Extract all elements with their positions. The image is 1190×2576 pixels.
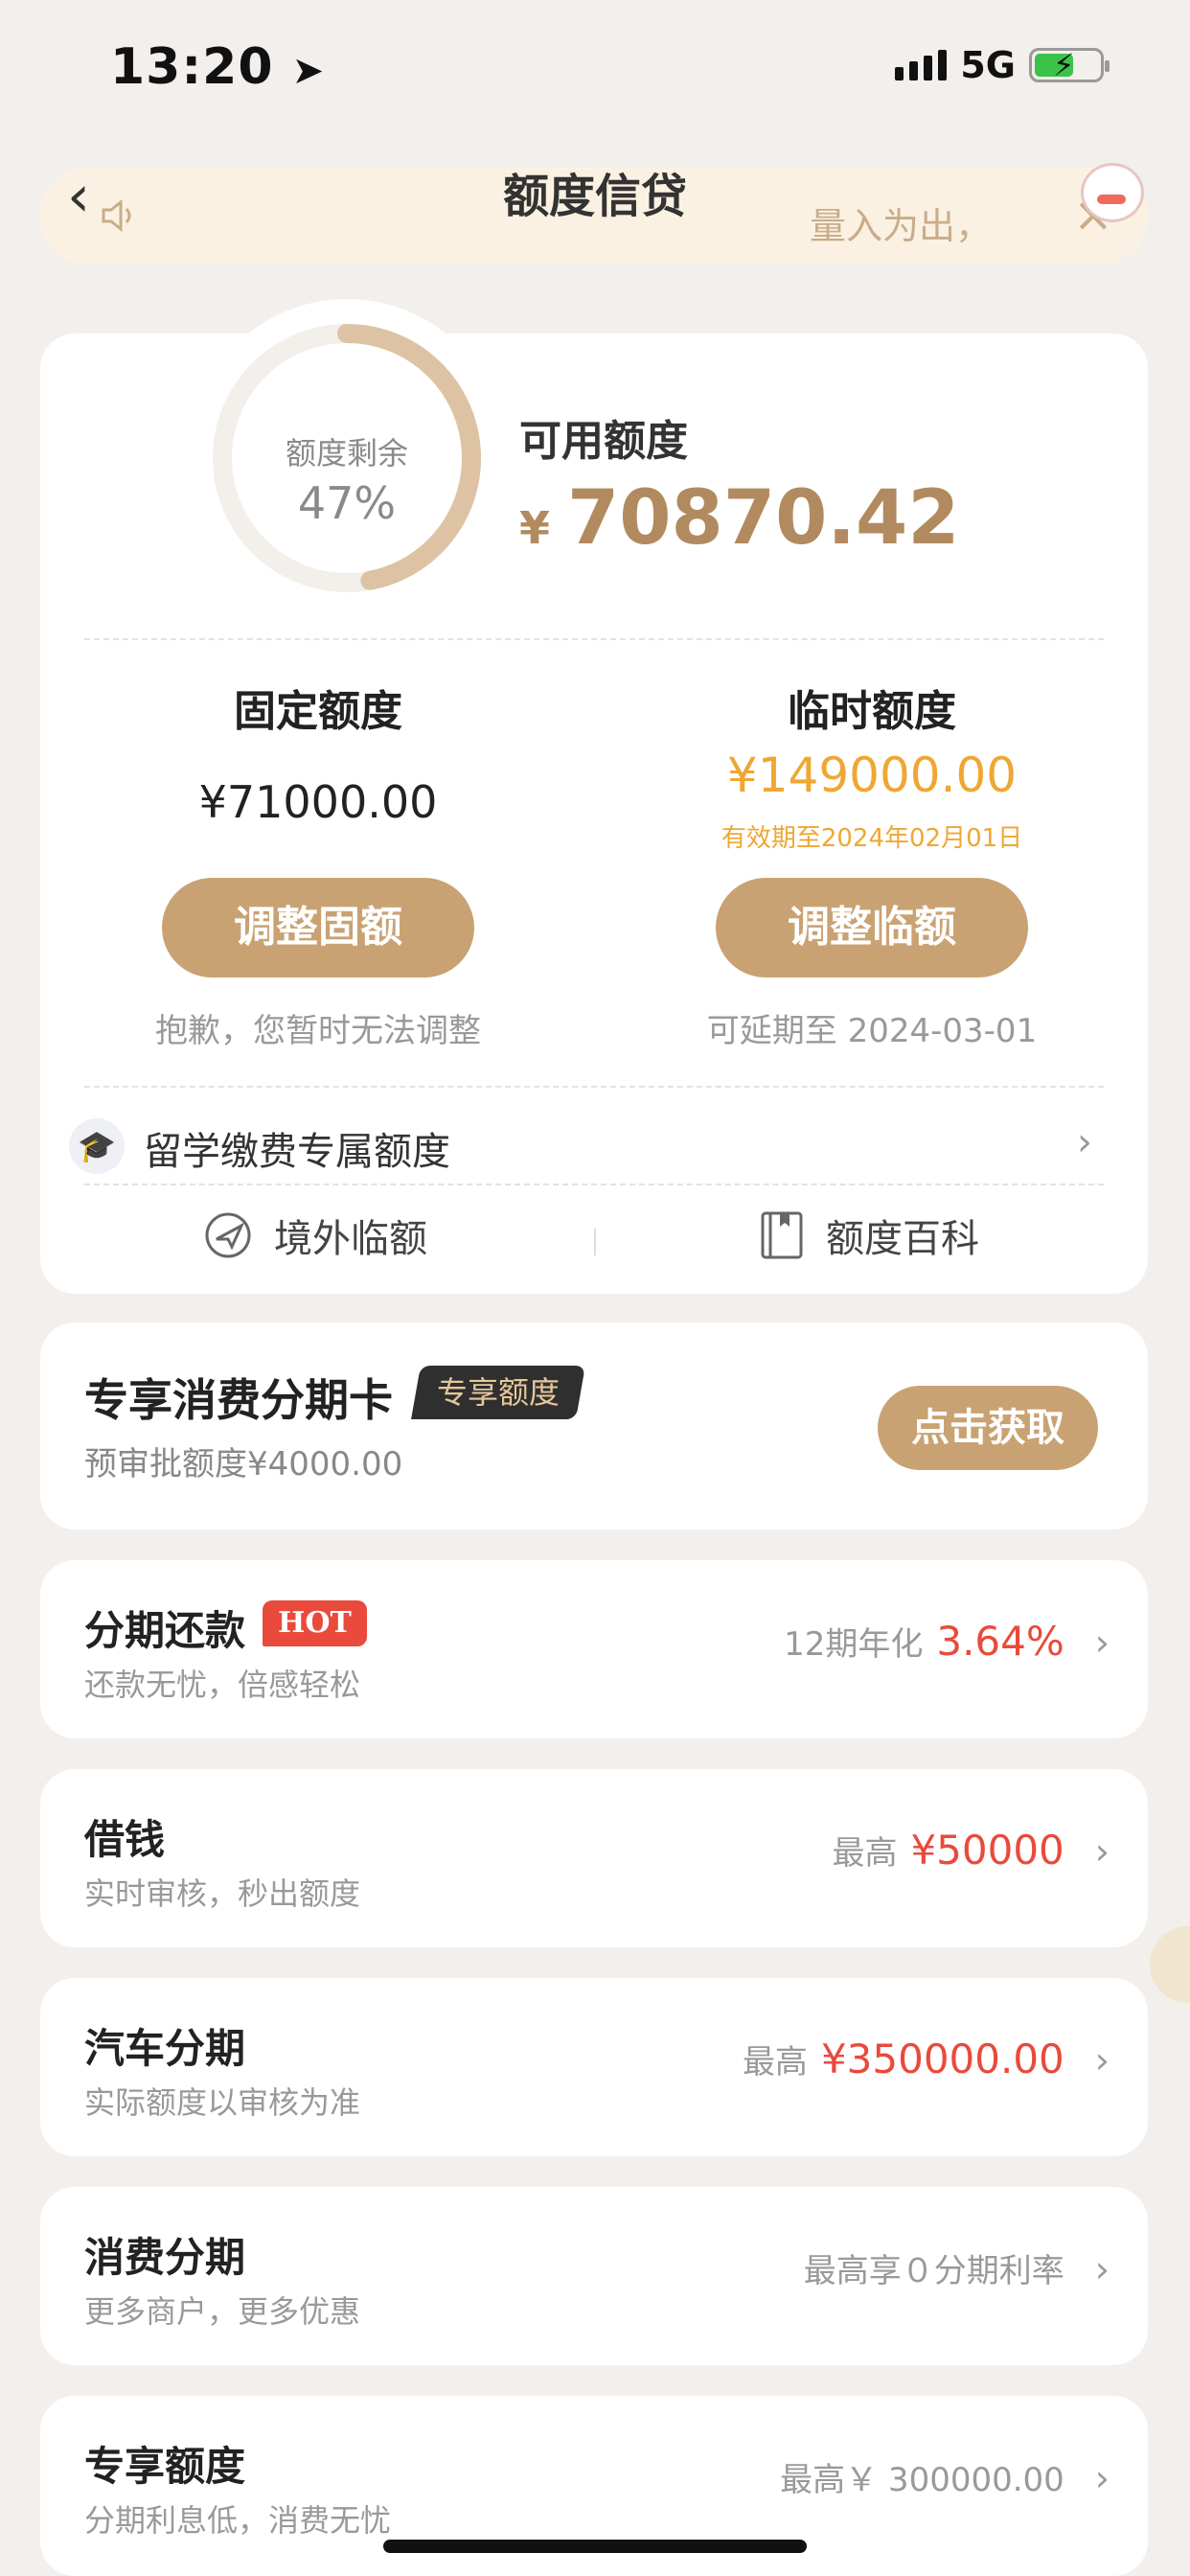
mascot-avatar[interactable]	[1081, 163, 1144, 222]
item-right: 最高享０分期利率 ›	[804, 2244, 1110, 2291]
study-abroad-row[interactable]: 🎓 留学缴费专属额度 ›	[40, 1105, 1148, 1201]
promo-card[interactable]: 专享消费分期卡 专享额度 预审批额度¥4000.00 点击获取	[40, 1322, 1148, 1530]
available-quota-label: 可用额度	[519, 417, 688, 466]
temp-valid-date: 有效期至2024年02月01日	[721, 824, 1023, 853]
item-title: 消费分期	[84, 2234, 246, 2281]
chevron-right-icon: ›	[1077, 1120, 1092, 1164]
study-abroad-label: 留学缴费专属额度	[144, 1130, 450, 1174]
item-subtitle: 实时审核，秒出额度	[84, 1875, 361, 1912]
hot-badge: HOT	[263, 1600, 367, 1646]
max-label: 最高	[832, 1834, 898, 1873]
adjust-fixed-button[interactable]: 调整固额	[162, 878, 474, 978]
max-value: ¥50000	[910, 1827, 1064, 1874]
ring-label: 额度剩余	[285, 435, 408, 472]
list-item-installment-repay[interactable]: 分期还款 HOT 还款无忧，倍感轻松 12期年化 3.64% ›	[40, 1560, 1148, 1738]
chevron-right-icon: ›	[1094, 1830, 1110, 1873]
list-item-car-installment[interactable]: 汽车分期 实际额度以审核为准 最高 ¥350000.00 ›	[40, 1978, 1148, 2156]
floating-widget[interactable]	[1150, 1926, 1190, 2003]
item-right: 最高 ¥50000 ›	[832, 1827, 1110, 1874]
notice-text: 量入为出，	[810, 205, 993, 247]
rate-label: 12期年化	[784, 1625, 924, 1664]
item-right: 12期年化 3.64% ›	[784, 1618, 1110, 1665]
item-right: 最高￥ 300000.00 ›	[780, 2453, 1110, 2500]
quota-encyclopedia-link[interactable]: 额度百科	[759, 1208, 979, 1263]
item-title: 专享额度	[84, 2443, 246, 2490]
item-title: 汽车分期	[84, 2025, 246, 2072]
item-subtitle: 分期利息低，消费无忧	[84, 2502, 392, 2539]
item-right: 最高 ¥350000.00 ›	[743, 2036, 1110, 2082]
list-item-borrow[interactable]: 借钱 实时审核，秒出额度 最高 ¥50000 ›	[40, 1769, 1148, 1947]
available-amount-value: 70870.42	[567, 475, 960, 562]
promo-text: 最高享０分期利率	[803, 2252, 1064, 2290]
plane-icon	[205, 1212, 251, 1258]
item-title: 借钱	[84, 1816, 166, 1863]
battery-icon: ⚡	[1029, 47, 1110, 83]
ring-percent: 47%	[297, 477, 397, 529]
book-icon	[761, 1211, 803, 1259]
promo-title: 专享消费分期卡	[84, 1374, 393, 1426]
page-title: 额度信贷	[502, 170, 687, 223]
item-subtitle: 还款无忧，倍感轻松	[84, 1667, 361, 1703]
cellular-signal-icon	[895, 50, 948, 80]
fixed-quota-title: 固定额度	[234, 687, 402, 736]
max-text: 最高￥ 300000.00	[780, 2461, 1064, 2499]
overseas-temp-quota-link[interactable]: 境外临额	[203, 1208, 427, 1263]
rate-value: 3.64%	[936, 1618, 1064, 1665]
fixed-quota-amount: ¥71000.00	[198, 776, 438, 828]
currency-symbol: ¥	[519, 502, 551, 554]
temp-quota-amount: ¥149000.00	[726, 748, 1018, 803]
home-indicator	[383, 2540, 807, 2553]
credit-card: 额度剩余 47% 可用额度 ¥70870.42 固定额度 ¥71000.00 调…	[40, 299, 1148, 1294]
chevron-right-icon: ›	[1094, 2457, 1110, 2499]
max-label: 最高	[742, 2043, 808, 2082]
temp-note: 可延期至 2024-03-01	[706, 1012, 1038, 1050]
promo-subtitle: 预审批额度¥4000.00	[84, 1445, 403, 1484]
item-subtitle: 更多商户，更多优惠	[84, 2293, 361, 2330]
exclusive-quota-badge: 专享额度	[411, 1366, 585, 1419]
chevron-right-icon: ›	[1094, 2039, 1110, 2082]
available-quota-amount: ¥70870.42	[519, 475, 960, 562]
status-time: 13:20 ➤	[110, 38, 326, 96]
quota-encyclopedia-label: 额度百科	[826, 1217, 979, 1261]
chevron-right-icon: ›	[1094, 1622, 1110, 1664]
location-arrow-icon: ➤	[291, 49, 326, 93]
max-value: ¥350000.00	[820, 2036, 1064, 2082]
item-title: 分期还款	[84, 1607, 246, 1654]
overseas-temp-quota-label: 境外临额	[274, 1217, 427, 1261]
get-offer-button[interactable]: 点击获取	[878, 1386, 1098, 1470]
chevron-right-icon: ›	[1094, 2248, 1110, 2290]
adjust-temp-button[interactable]: 调整临额	[716, 878, 1028, 978]
fixed-note: 抱歉，您暂时无法调整	[155, 1012, 481, 1050]
graduation-cap-icon: 🎓	[69, 1118, 125, 1174]
list-item-consumer-installment[interactable]: 消费分期 更多商户，更多优惠 最高享０分期利率 ›	[40, 2187, 1148, 2365]
network-type: 5G	[960, 44, 1016, 86]
item-subtitle: 实际额度以审核为准	[84, 2084, 361, 2121]
tools-divider	[594, 1229, 596, 1255]
temp-quota-title: 临时额度	[788, 687, 956, 736]
status-indicators: 5G ⚡	[895, 44, 1110, 86]
